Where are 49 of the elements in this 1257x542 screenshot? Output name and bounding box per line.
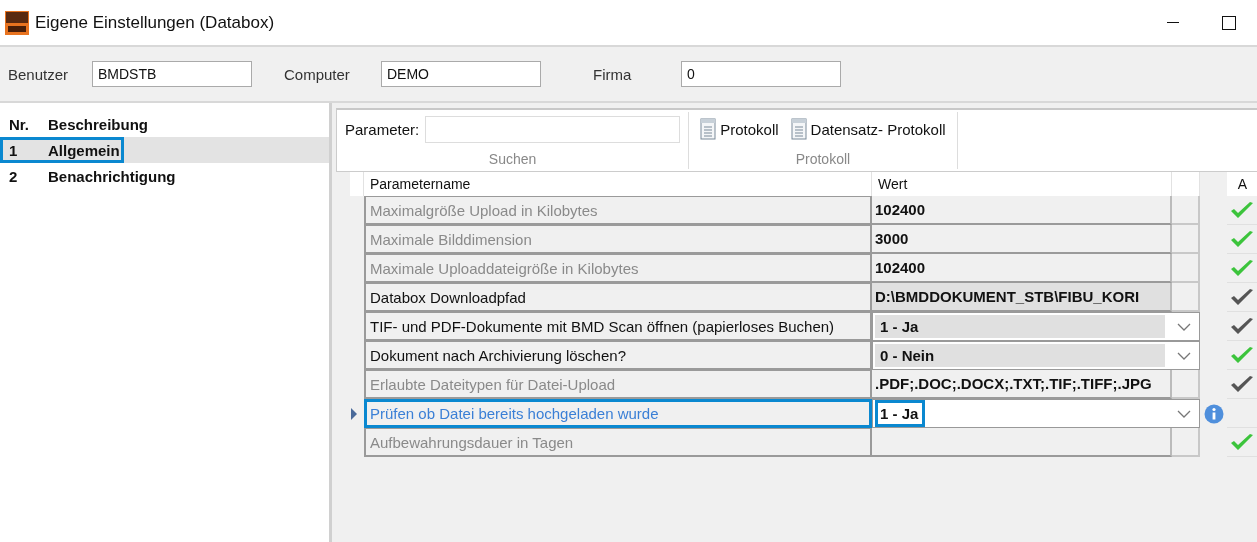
column-header: Nr.	[8, 115, 30, 133]
value-cell: 102400	[872, 254, 1172, 283]
document-icon	[700, 118, 717, 140]
text-field[interactable]: DEMO	[381, 61, 541, 87]
parameter-name: Databox Downloadpfad	[364, 283, 872, 312]
minimize-icon[interactable]	[1167, 21, 1179, 24]
parameter-name: Erlaubte Dateitypen für Datei-Upload	[364, 370, 872, 399]
dropdown[interactable]: 1 - Ja	[872, 312, 1200, 341]
toolbar-button[interactable]: Protokoll	[697, 116, 782, 142]
text-field[interactable]: 0	[681, 61, 841, 87]
parameter-name: Maximale Uploaddateigröße in Kilobytes	[364, 254, 872, 283]
parameter-name: Dokument nach Archivierung löschen?	[364, 341, 872, 370]
list-item[interactable]: 1 Allgemein	[0, 137, 329, 163]
field-label: Firma	[593, 65, 633, 83]
toolbar-button[interactable]: Datensatz- Protokoll	[787, 116, 949, 142]
column-header: Parametername	[364, 172, 872, 196]
group-caption: Protokoll	[795, 151, 851, 167]
column-header: A	[1227, 172, 1257, 196]
parameter-name: TIF- und PDF-Dokumente mit BMD Scan öffnen (papierloses Buchen)	[364, 312, 872, 341]
parameter-name: Aufbewahrungsdauer in Tagen	[364, 428, 872, 457]
chevron-down-icon	[1177, 321, 1191, 332]
empty-cell	[1172, 370, 1200, 399]
search-field[interactable]	[425, 116, 681, 143]
chevron-down-icon	[1177, 408, 1191, 419]
value-cell: .PDF;.DOC;.DOCX;.TXT;.TIF;.TIFF;.JPG	[872, 370, 1172, 399]
dropdown[interactable]: 1 - Ja	[872, 399, 1200, 428]
parameter-name: Prüfen ob Datei bereits hochgeladen wurde	[364, 399, 872, 428]
maximize-icon[interactable]	[1222, 15, 1236, 30]
field-label: Computer	[284, 65, 351, 83]
field-label: Parameter:	[345, 121, 420, 138]
value-cell: 3000	[872, 225, 1172, 254]
list-item[interactable]: 2 Benachrichtigung	[0, 163, 329, 189]
group-caption: Suchen	[488, 151, 537, 167]
value-cell: 102400	[872, 196, 1172, 225]
window-title: Eigene Einstellungen (Databox)	[35, 12, 276, 33]
parameter-name: Maximalgröße Upload in Kilobytes	[364, 196, 872, 225]
chevron-down-icon	[1177, 350, 1191, 361]
info-icon[interactable]	[1203, 403, 1224, 424]
empty-cell	[1172, 428, 1200, 457]
document-icon	[790, 118, 807, 140]
value-cell: D:\BMDDOKUMENT_STB\FIBU_KORI	[872, 283, 1172, 312]
column-header: Beschreibung	[48, 115, 149, 133]
dropdown[interactable]: 0 - Nein	[872, 341, 1200, 370]
field-label: Benutzer	[8, 65, 70, 83]
text-field[interactable]: BMDSTB	[92, 61, 252, 87]
row-pointer-icon	[350, 407, 358, 420]
column-header: Wert	[872, 172, 1172, 196]
parameter-name: Maximale Bilddimension	[364, 225, 872, 254]
app-logo-icon	[5, 10, 29, 35]
